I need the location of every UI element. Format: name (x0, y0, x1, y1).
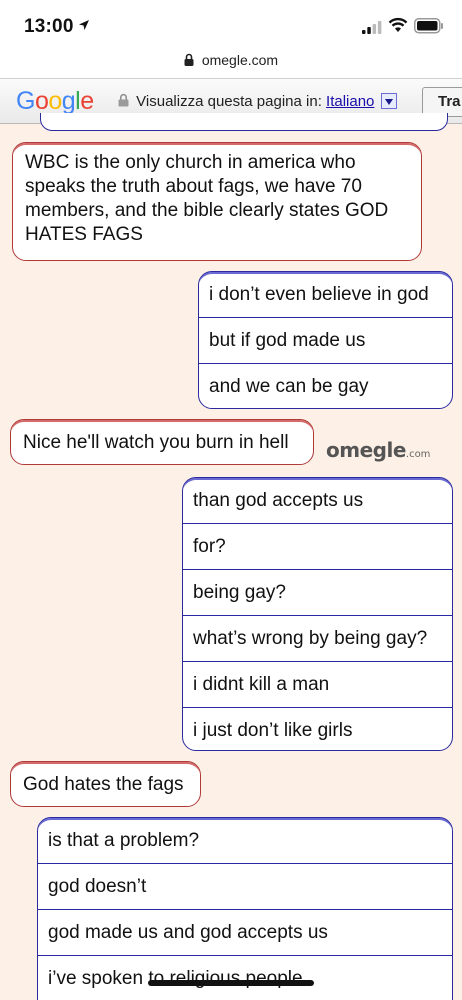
lock-icon (184, 53, 194, 66)
stranger-message: WBC is the only church in america who sp… (12, 142, 422, 261)
you-message: is that a problem? (38, 818, 452, 864)
watermark-name: omegle (326, 438, 406, 462)
you-message: i don’t even believe in god (199, 272, 452, 318)
location-arrow-icon (79, 20, 89, 30)
stranger-message: God hates the fags (10, 761, 201, 807)
you-message: i’ve spoken to religious people (48, 968, 303, 989)
you-message: god made us and god accepts us (38, 910, 452, 956)
you-message: i didnt kill a man (183, 662, 452, 708)
you-message: and we can be gay (209, 376, 369, 397)
you-message-group: i don’t even believe in god but if god m… (198, 271, 453, 409)
translate-prompt-row: Visualizza questa pagina in: Italiano (118, 93, 397, 110)
message-text: Nice he'll watch you burn in hell (23, 432, 289, 453)
translate-prompt: Visualizza questa pagina in: (136, 93, 322, 110)
cellular-signal-icon (362, 21, 382, 34)
you-message: for? (183, 524, 452, 570)
wifi-icon (388, 17, 408, 32)
omegle-watermark: omegle.com (326, 438, 430, 462)
you-message-group: than god accepts us for? being gay? what… (182, 477, 453, 751)
message-text: God hates the fags (23, 774, 184, 795)
language-link[interactable]: Italiano (326, 93, 374, 110)
previous-message-edge (40, 113, 448, 131)
watermark-suffix: .com (405, 449, 431, 460)
you-message: than god accepts us (183, 478, 452, 524)
address-bar[interactable]: omegle.com (0, 52, 462, 78)
status-bar: 13:00 (0, 0, 462, 52)
you-message: god doesn’t (38, 864, 452, 910)
you-message: i just don’t like girls (193, 720, 353, 741)
you-message: being gay? (183, 570, 452, 616)
battery-icon (414, 18, 443, 34)
you-message: but if god made us (199, 318, 452, 364)
clock: 13:00 (24, 16, 74, 37)
you-message-group: is that a problem? god doesn’t god made … (37, 817, 453, 1000)
language-dropdown-icon[interactable] (380, 93, 397, 109)
stranger-message: Nice he'll watch you burn in hell (10, 419, 314, 465)
lock-icon (118, 93, 129, 107)
google-logo: Google (16, 87, 94, 115)
you-message: what’s wrong by being gay? (183, 616, 452, 662)
message-text: WBC is the only church in america who sp… (25, 152, 389, 245)
home-indicator[interactable] (148, 980, 314, 986)
url-domain: omegle.com (201, 52, 279, 68)
